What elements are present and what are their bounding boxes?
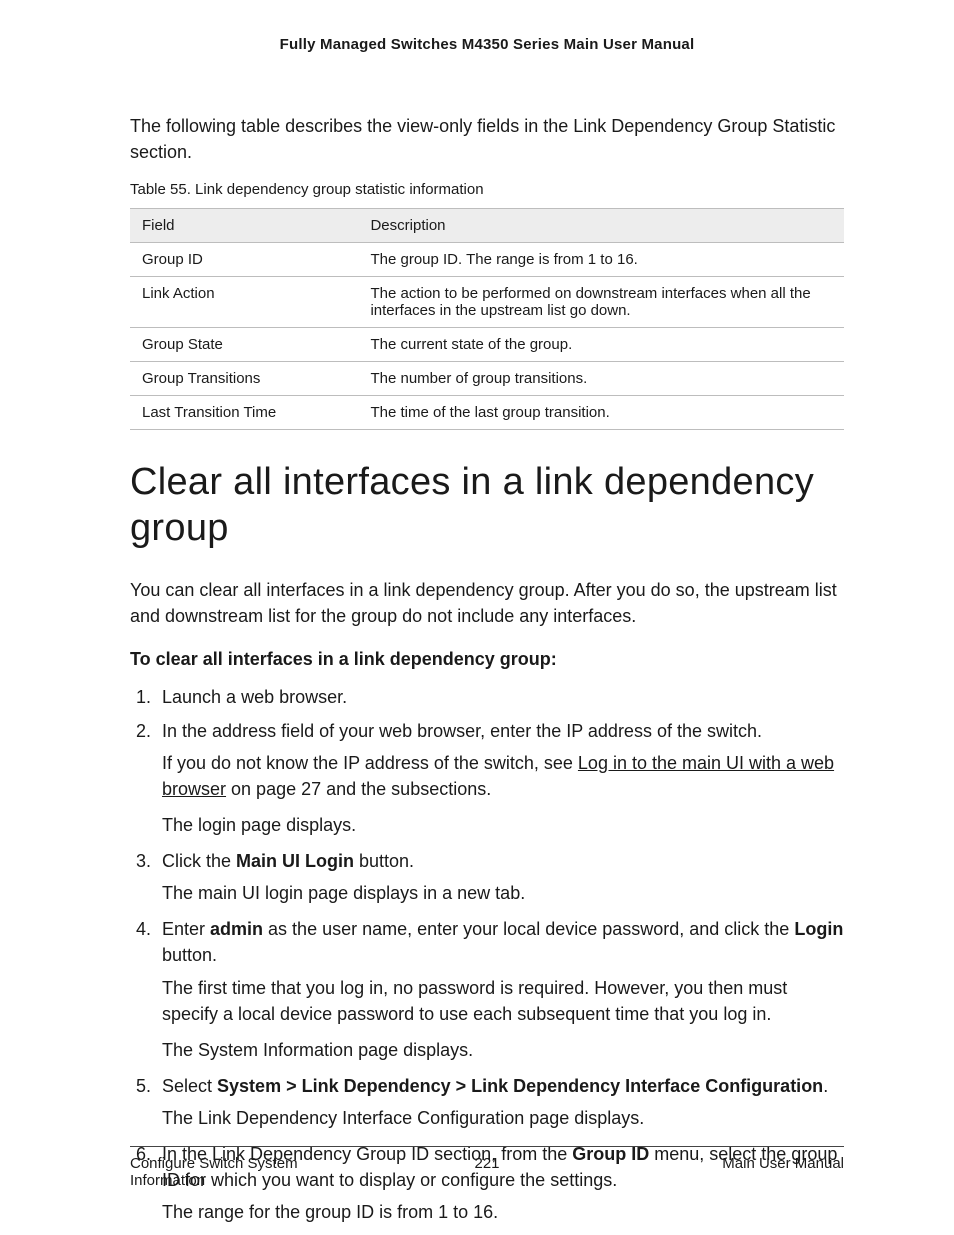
table-cell: The group ID. The range is from 1 to 16. bbox=[358, 243, 844, 277]
step-subtext-fragment: If you do not know the IP address of the… bbox=[162, 753, 578, 773]
step-item: Select System > Link Dependency > Link D… bbox=[156, 1073, 844, 1131]
step-text: Launch a web browser. bbox=[162, 687, 347, 707]
table-cell: The time of the last group transition. bbox=[358, 396, 844, 430]
step-subtext: The login page displays. bbox=[162, 812, 844, 838]
step-item: Click the Main UI Login button. The main… bbox=[156, 848, 844, 906]
table-row: Link Action The action to be performed o… bbox=[130, 277, 844, 328]
intro-paragraph: The following table describes the view-o… bbox=[130, 113, 844, 165]
table-cell: The current state of the group. bbox=[358, 328, 844, 362]
table-row: Last Transition Time The time of the las… bbox=[130, 396, 844, 430]
step-text-fragment: as the user name, enter your local devic… bbox=[263, 919, 794, 939]
table-cell: The action to be performed on downstream… bbox=[358, 277, 844, 328]
table-header-description: Description bbox=[358, 209, 844, 243]
table-row: Group Transitions The number of group tr… bbox=[130, 362, 844, 396]
table-cell: Group ID bbox=[130, 243, 358, 277]
section-lead: You can clear all interfaces in a link d… bbox=[130, 577, 844, 629]
procedure-title: To clear all interfaces in a link depend… bbox=[130, 646, 844, 672]
step-subtext-fragment: on page 27 and the subsections. bbox=[226, 779, 491, 799]
document-header: Fully Managed Switches M4350 Series Main… bbox=[130, 36, 844, 53]
section-heading: Clear all interfaces in a link dependenc… bbox=[130, 460, 844, 551]
table-cell: Group Transitions bbox=[130, 362, 358, 396]
table-header-field: Field bbox=[130, 209, 358, 243]
table-caption: Table 55. Link dependency group statisti… bbox=[130, 181, 844, 198]
step-subtext: The range for the group ID is from 1 to … bbox=[162, 1199, 844, 1225]
table-cell: The number of group transitions. bbox=[358, 362, 844, 396]
step-text-fragment: button. bbox=[162, 945, 217, 965]
manual-page: Fully Managed Switches M4350 Series Main… bbox=[0, 0, 954, 1235]
step-subtext: If you do not know the IP address of the… bbox=[162, 750, 844, 802]
step-text: In the address field of your web browser… bbox=[162, 721, 762, 741]
procedure-steps: Launch a web browser. In the address fie… bbox=[130, 684, 844, 1226]
step-text-fragment: Click the bbox=[162, 851, 236, 871]
footer-manual-name: Main User Manual bbox=[722, 1155, 844, 1189]
ui-label-bold: admin bbox=[210, 919, 263, 939]
info-table: Field Description Group ID The group ID.… bbox=[130, 208, 844, 430]
footer-page-number: 221 bbox=[474, 1155, 499, 1172]
table-row: Group ID The group ID. The range is from… bbox=[130, 243, 844, 277]
step-item: Enter admin as the user name, enter your… bbox=[156, 916, 844, 1062]
step-subtext: The first time that you log in, no passw… bbox=[162, 975, 844, 1027]
table-row: Group State The current state of the gro… bbox=[130, 328, 844, 362]
step-item: Launch a web browser. bbox=[156, 684, 844, 710]
table-cell: Link Action bbox=[130, 277, 358, 328]
table-cell: Last Transition Time bbox=[130, 396, 358, 430]
ui-label-bold: System > Link Dependency > Link Dependen… bbox=[217, 1076, 823, 1096]
ui-label-bold: Login bbox=[794, 919, 843, 939]
step-subtext: The main UI login page displays in a new… bbox=[162, 880, 844, 906]
step-text-fragment: Enter bbox=[162, 919, 210, 939]
step-text-fragment: Select bbox=[162, 1076, 217, 1096]
table-cell: Group State bbox=[130, 328, 358, 362]
step-text-fragment: . bbox=[823, 1076, 828, 1096]
step-subtext: The Link Dependency Interface Configurat… bbox=[162, 1105, 844, 1131]
footer-section-name: Configure Switch System Information bbox=[130, 1155, 330, 1189]
page-footer: Configure Switch System Information 221 … bbox=[130, 1146, 844, 1189]
step-subtext: The System Information page displays. bbox=[162, 1037, 844, 1063]
ui-label-bold: Main UI Login bbox=[236, 851, 354, 871]
step-text-fragment: button. bbox=[354, 851, 414, 871]
table-header-row: Field Description bbox=[130, 209, 844, 243]
step-item: In the address field of your web browser… bbox=[156, 718, 844, 838]
